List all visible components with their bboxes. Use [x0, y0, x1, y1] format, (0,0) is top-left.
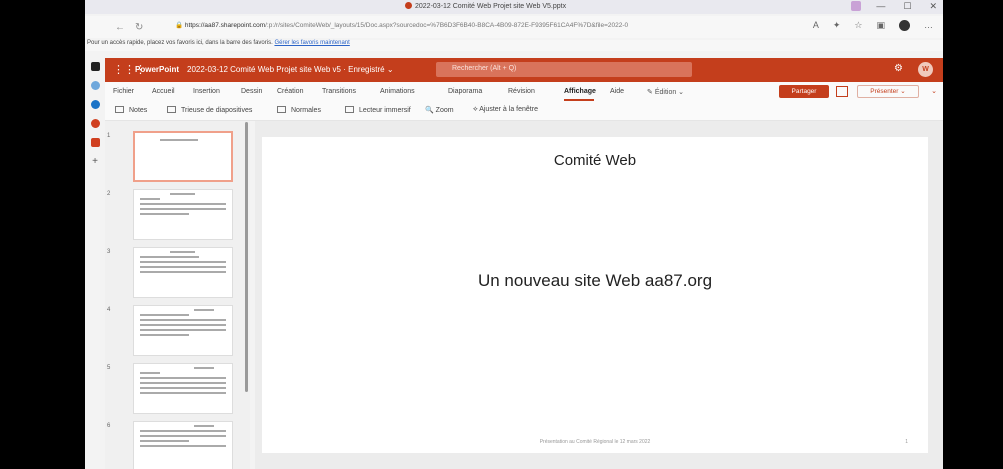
normal-view-icon [277, 106, 286, 113]
tab-animations[interactable]: Animations [380, 88, 415, 95]
slide-thumbnail-pane: 1 2 3 4 5 6 [105, 121, 250, 469]
edit-mode-dropdown[interactable]: ✎ Édition ⌄ [647, 88, 684, 96]
profile-avatar[interactable] [899, 20, 910, 31]
tab-affichage[interactable]: Affichage [564, 88, 596, 95]
thumbnail-scrollbar[interactable] [245, 122, 248, 392]
thumbnail-number: 4 [107, 307, 111, 313]
window-controls: — ☐ ✕ [876, 1, 937, 12]
browser-title-bar: 2022-03-12 Comité Web Projet site Web V5… [85, 0, 943, 14]
reload-icon[interactable]: ↻ [135, 22, 143, 33]
add-icon[interactable]: + [91, 157, 100, 167]
fit-icon: ⟡ [473, 106, 478, 113]
tab-fichier[interactable]: Fichier [113, 88, 134, 95]
more-options-icon[interactable]: ⌄ [931, 87, 937, 95]
share-button[interactable]: Partager [779, 85, 829, 98]
window-title: 2022-03-12 Comité Web Projet site Web V5… [405, 2, 566, 10]
document-title[interactable]: 2022-03-12 Comité Web Projet site Web v5… [187, 65, 394, 74]
maximize-icon[interactable]: ☐ [903, 1, 911, 12]
save-state: Enregistré [348, 65, 385, 74]
slide-number: 1 [905, 439, 908, 445]
minimize-icon[interactable]: — [876, 1, 885, 12]
powerpoint-file-icon [405, 2, 412, 9]
powerpoint-header: ⋮⋮⋮ PowerPoint 2022-03-12 Comité Web Pro… [105, 58, 943, 82]
slide-thumbnail-1[interactable] [133, 131, 233, 182]
search-placeholder: Rechercher (Alt + Q) [452, 65, 517, 72]
manage-favorites-link[interactable]: Gérer les favoris maintenant [274, 40, 349, 46]
slide-editor: Comité Web Un nouveau site Web aa87.org … [255, 121, 943, 469]
shopping-icon[interactable] [90, 119, 100, 128]
slide-thumbnail-6[interactable] [133, 421, 233, 469]
url-field[interactable]: 🔒 https://aa87.sharepoint.com/:p:/r/site… [175, 21, 695, 33]
thumbnail-number: 6 [107, 423, 111, 429]
url-path: /:p:/r/sites/ComiteWeb/_layouts/15/Doc.a… [265, 22, 629, 29]
extension-puzzle-icon[interactable]: ✦ [833, 20, 841, 31]
present-button[interactable]: Présenter ⌄ [857, 85, 919, 98]
user-avatar[interactable]: W [918, 62, 933, 77]
view-toolbar: Notes Trieuse de diapositives Normales L… [105, 101, 943, 121]
close-icon[interactable]: ✕ [929, 1, 937, 12]
collections-icon[interactable]: ▣ [876, 20, 885, 31]
thumbnail-line [160, 139, 199, 141]
slide-title[interactable]: Comité Web [262, 152, 928, 169]
url-host: https://aa87.sharepoint.com [184, 22, 266, 29]
zoom-icon: 🔍 [425, 107, 434, 114]
fit-window-button[interactable]: ⟡ Ajuster à la fenêtre [473, 106, 538, 114]
ribbon-tabs: Fichier Accueil Insertion Dessin Créatio… [105, 82, 943, 101]
office-icon[interactable] [90, 138, 100, 147]
back-icon[interactable]: ← [115, 22, 125, 33]
tab-dessin[interactable]: Dessin [241, 88, 262, 95]
tab-insertion[interactable]: Insertion [193, 88, 220, 95]
app-name[interactable]: PowerPoint [135, 65, 179, 74]
slide-thumbnail-5[interactable] [133, 363, 233, 414]
more-icon[interactable]: … [924, 20, 933, 31]
search-box[interactable]: Rechercher (Alt + Q) [436, 62, 692, 77]
favorites-text: Pour un accès rapide, placez vos favoris… [87, 40, 273, 46]
slide-footer: Présentation au Comité Régional le 12 ma… [539, 439, 651, 445]
tab-transitions[interactable]: Transitions [322, 88, 356, 95]
slide-thumbnail-4[interactable] [133, 305, 233, 356]
lock-icon: 🔒 [175, 22, 184, 29]
slide-thumbnail-3[interactable] [133, 247, 233, 298]
thumbnail-number: 1 [107, 133, 111, 139]
reader-icon [345, 106, 354, 113]
tab-aide[interactable]: Aide [610, 88, 624, 95]
tab-creation[interactable]: Création [277, 88, 303, 95]
normal-view-button[interactable]: Normales [277, 106, 321, 114]
slide-thumbnail-2[interactable] [133, 189, 233, 240]
comment-icon[interactable] [836, 86, 848, 97]
edge-sidebar: + [85, 52, 105, 469]
nav-buttons: ← ↻ [85, 22, 175, 33]
thumbnail-number: 3 [107, 249, 111, 255]
browser-window: 2022-03-12 Comité Web Projet site Web V5… [85, 0, 943, 469]
extension-icon[interactable] [851, 1, 861, 11]
pencil-icon: ✎ [647, 89, 653, 96]
sorter-icon [167, 106, 176, 113]
current-slide[interactable]: Comité Web Un nouveau site Web aa87.org … [262, 137, 928, 453]
notes-icon [115, 106, 124, 113]
address-bar: ← ↻ 🔒 https://aa87.sharepoint.com/:p:/r/… [85, 16, 943, 38]
tab-diaporama[interactable]: Diaporama [448, 88, 482, 95]
immersive-reader-button[interactable]: Lecteur immersif [345, 106, 411, 114]
address-bar-icons: A ✦ ☆ ▣ … [813, 20, 933, 31]
zoom-button[interactable]: 🔍 Zoom [425, 106, 454, 114]
slide-sorter-button[interactable]: Trieuse de diapositives [167, 106, 252, 114]
copilot-icon[interactable] [90, 100, 100, 109]
favorites-bar: Pour un accès rapide, placez vos favoris… [85, 40, 943, 51]
star-icon[interactable]: ☆ [854, 20, 862, 31]
thumbnail-number: 5 [107, 365, 111, 371]
read-aloud-icon[interactable]: A [813, 20, 819, 31]
search-sidebar-icon[interactable] [90, 81, 100, 90]
tab-revision[interactable]: Révision [508, 88, 535, 95]
tab-accueil[interactable]: Accueil [152, 88, 175, 95]
tab-actions-icon[interactable] [90, 62, 100, 71]
thumbnail-number: 2 [107, 191, 111, 197]
notes-button[interactable]: Notes [115, 106, 147, 114]
gear-icon[interactable]: ⚙ [894, 63, 903, 74]
slide-subtitle[interactable]: Un nouveau site Web aa87.org [262, 271, 928, 291]
